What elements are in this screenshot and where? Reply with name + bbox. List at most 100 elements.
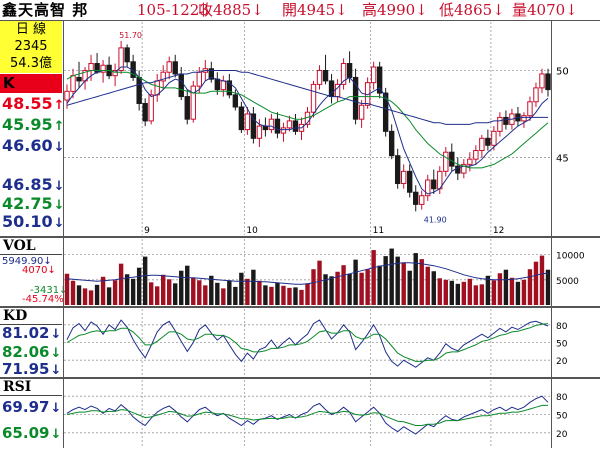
volume-bar (371, 250, 376, 305)
candle-body (256, 125, 263, 139)
volume-bar (287, 287, 292, 305)
candle-body (491, 130, 497, 146)
volume-bar (281, 285, 286, 305)
candle-body (88, 63, 94, 71)
volume-bar (94, 284, 100, 305)
volume-bar (88, 290, 94, 305)
volume-bar (497, 273, 503, 305)
candle-body (262, 125, 269, 131)
volume-bar (251, 269, 256, 305)
volume-bar (389, 248, 394, 305)
candle-body (400, 170, 407, 185)
volume-bar (239, 272, 244, 305)
candle-body (286, 120, 293, 129)
candle-body (443, 151, 449, 172)
candle-body (76, 76, 82, 82)
volume-bar (359, 272, 364, 305)
candle-body (184, 96, 190, 120)
volume-bar (82, 288, 88, 305)
candle-body (479, 137, 485, 151)
volume-bar (449, 280, 454, 305)
candle-body (419, 195, 425, 205)
volume-bar (227, 280, 232, 305)
volume-bar (215, 282, 220, 305)
volume-bar (233, 286, 238, 305)
volume-bar (263, 285, 268, 305)
panel-separator (0, 377, 600, 379)
extreme-price-label: 41.90 (424, 215, 447, 224)
candle-body (124, 47, 130, 63)
volume-bar (503, 269, 509, 305)
panel-separator (0, 306, 600, 308)
volume-bar (130, 278, 136, 305)
candle-body (539, 73, 545, 89)
volume-bar (377, 265, 382, 305)
candle-body (449, 151, 455, 167)
month-tick-label: 10 (246, 226, 258, 236)
rsi-series-line (66, 404, 548, 426)
volume-bar (136, 267, 142, 305)
extreme-price-label: 51.70 (119, 31, 142, 40)
volume-bar (112, 280, 118, 305)
candle-body (166, 61, 172, 73)
candle-body (214, 78, 221, 91)
candle-body (148, 94, 154, 122)
volume-bar (173, 283, 178, 305)
volume-bar (545, 269, 551, 305)
candle-body (545, 73, 551, 91)
candle-body (358, 104, 365, 120)
volume-bar (154, 286, 160, 305)
volume-bar (269, 286, 274, 305)
volume-bar (515, 281, 521, 305)
volume-bar (161, 274, 166, 305)
candle-body (521, 115, 527, 122)
candle-body (407, 170, 413, 193)
volume-bar (491, 280, 497, 305)
volume-bar (179, 270, 184, 305)
month-tick-label: 9 (144, 226, 150, 236)
volume-bar (341, 265, 346, 305)
volume-bar (118, 263, 124, 305)
rsi-tick-label: 20 (556, 430, 568, 440)
volume-bar (305, 283, 310, 305)
candle-body (527, 101, 533, 117)
candle-body (220, 80, 227, 91)
volume-bar (209, 275, 214, 305)
volume-bar (124, 274, 130, 305)
volume-bar (275, 282, 280, 305)
rsi-tick-label: 80 (556, 393, 568, 403)
candle-body (70, 75, 76, 92)
volume-bar (431, 271, 436, 305)
volume-bar (257, 280, 262, 305)
month-tick-label: 12 (493, 226, 504, 236)
candle-body (280, 127, 287, 134)
volume-bar (461, 281, 467, 305)
candle-body (413, 191, 419, 205)
volume-bar (407, 270, 412, 305)
volume-bar (539, 255, 545, 305)
candle-body (346, 63, 353, 78)
price-tick-label: 45 (556, 153, 569, 164)
volume-bar (106, 287, 112, 305)
candle-body (244, 113, 251, 131)
candle-body (190, 85, 196, 120)
volume-bar (455, 283, 461, 305)
volume-tick-label: 10000 (556, 252, 585, 262)
candle-body (322, 69, 329, 82)
volume-bar (425, 266, 430, 305)
volume-bar (443, 279, 448, 305)
candle-body (232, 94, 239, 108)
volume-bar (142, 256, 148, 305)
candle-body (370, 66, 377, 84)
volume-bar (353, 259, 358, 305)
volume-bar (401, 262, 406, 305)
candle-body (292, 120, 299, 132)
candle-body (268, 118, 275, 131)
volume-bar (70, 280, 76, 305)
volume-tick-label: 5000 (556, 277, 579, 287)
kd-tick-label: 80 (556, 322, 568, 332)
candle-body (503, 116, 509, 125)
candle-body (467, 158, 473, 165)
volume-bar (485, 275, 491, 305)
volume-bar (437, 278, 442, 305)
